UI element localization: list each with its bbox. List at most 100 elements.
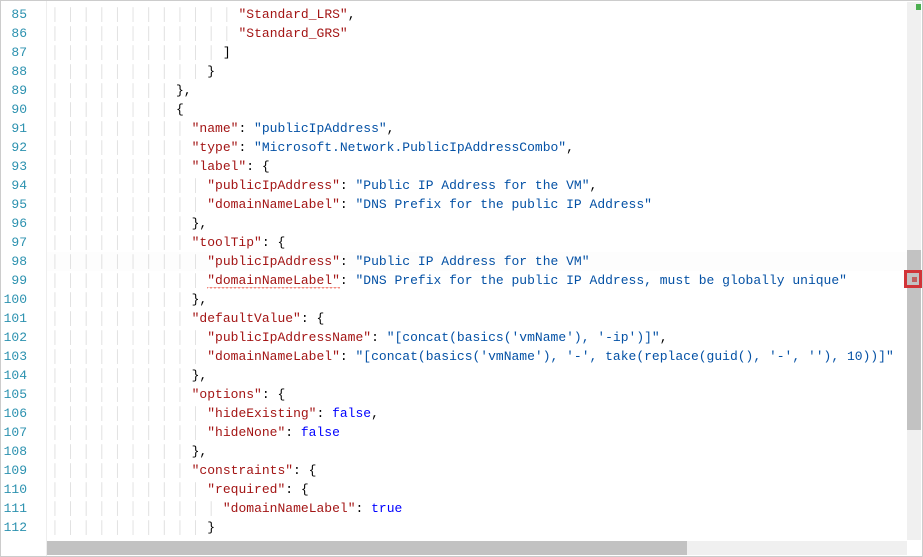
code-area[interactable]: │ │ │ │ │ │ │ │ │ │ │ │ "Standard_LRS",│… — [47, 1, 922, 556]
code-line[interactable]: │ │ │ │ │ │ │ │ │ "name": "publicIpAddre… — [47, 119, 922, 138]
token: : { — [301, 311, 324, 326]
line-number: 98 — [1, 252, 27, 271]
token: "domainNameLabel" — [207, 349, 340, 364]
line-number: 96 — [1, 214, 27, 233]
code-line[interactable]: │ │ │ │ │ │ │ │ │ │ │ "domainNameLabel":… — [47, 499, 922, 518]
line-number: 105 — [1, 385, 27, 404]
line-number: 86 — [1, 24, 27, 43]
token: true — [371, 501, 402, 516]
line-number: 88 — [1, 62, 27, 81]
token: "DNS Prefix for the public IP Address" — [355, 197, 651, 212]
code-line[interactable]: │ │ │ │ │ │ │ │ │ │ "publicIpAddress": "… — [47, 252, 922, 271]
code-line[interactable]: │ │ │ │ │ │ │ │ │ │ "publicIpAddressName… — [47, 328, 922, 347]
code-line[interactable]: │ │ │ │ │ │ │ │ │ │ "domainNameLabel": "… — [47, 195, 922, 214]
token: } — [207, 64, 215, 79]
token: "Public IP Address for the VM" — [355, 178, 589, 193]
token: }, — [192, 444, 208, 459]
token: , — [387, 121, 395, 136]
token: : — [340, 273, 356, 288]
vertical-scrollbar[interactable] — [907, 2, 921, 540]
line-number: 100 — [1, 290, 27, 309]
line-number: 106 — [1, 404, 27, 423]
line-number: 111 — [1, 499, 27, 518]
token: : — [340, 254, 356, 269]
token: }, — [192, 216, 208, 231]
token: : { — [285, 482, 308, 497]
horizontal-scroll-thumb[interactable] — [47, 541, 687, 555]
code-line[interactable]: │ │ │ │ │ │ │ │ │ │ } — [47, 62, 922, 81]
code-line[interactable]: │ │ │ │ │ │ │ │ │ "defaultValue": { — [47, 309, 922, 328]
token: "type" — [192, 140, 239, 155]
token: : — [316, 406, 332, 421]
token: "label" — [192, 159, 247, 174]
token: , — [371, 406, 379, 421]
code-line[interactable]: │ │ │ │ │ │ │ │ │ "toolTip": { — [47, 233, 922, 252]
line-number: 110 — [1, 480, 27, 499]
token: : { — [246, 159, 269, 174]
code-line[interactable]: │ │ │ │ │ │ │ │ │ }, — [47, 442, 922, 461]
token: , — [660, 330, 668, 345]
token: }, — [192, 368, 208, 383]
code-line[interactable]: │ │ │ │ │ │ │ │ { — [47, 100, 922, 119]
token: , — [590, 178, 598, 193]
token: "Standard_GRS" — [239, 26, 348, 41]
token: "DNS Prefix for the public IP Address, m… — [355, 273, 846, 288]
code-line[interactable]: │ │ │ │ │ │ │ │ │ }, — [47, 214, 922, 233]
token: "defaultValue" — [192, 311, 301, 326]
token: , — [348, 7, 356, 22]
line-number: 108 — [1, 442, 27, 461]
token: : { — [262, 235, 285, 250]
token: "Microsoft.Network.PublicIpAddressCombo" — [254, 140, 566, 155]
token: : — [238, 140, 254, 155]
code-line[interactable]: │ │ │ │ │ │ │ │ │ }, — [47, 366, 922, 385]
code-line[interactable]: │ │ │ │ │ │ │ │ │ │ │ │ "Standard_LRS", — [47, 5, 922, 24]
code-editor[interactable]: 8586878889909192939495969798991001011021… — [0, 0, 923, 557]
token: : — [340, 178, 356, 193]
token: , — [566, 140, 574, 155]
line-number: 109 — [1, 461, 27, 480]
code-line[interactable]: │ │ │ │ │ │ │ │ │ }, — [47, 290, 922, 309]
token: : — [340, 349, 356, 364]
code-line[interactable]: │ │ │ │ │ │ │ │ │ "constraints": { — [47, 461, 922, 480]
token: "publicIpAddress" — [207, 178, 340, 193]
token: } — [207, 520, 215, 535]
code-line[interactable]: │ │ │ │ │ │ │ │ │ │ "hideExisting": fals… — [47, 404, 922, 423]
line-number: 103 — [1, 347, 27, 366]
token: "constraints" — [192, 463, 293, 478]
code-line[interactable]: │ │ │ │ │ │ │ │ │ │ │ │ "Standard_GRS" — [47, 24, 922, 43]
code-line[interactable]: │ │ │ │ │ │ │ │ │ │ "domainNameLabel": "… — [47, 271, 922, 290]
line-number: 92 — [1, 138, 27, 157]
token: "hideExisting" — [207, 406, 316, 421]
token: "Standard_LRS" — [239, 7, 348, 22]
line-number: 104 — [1, 366, 27, 385]
token: : { — [293, 463, 316, 478]
line-number: 107 — [1, 423, 27, 442]
overview-mark-change — [916, 4, 921, 10]
code-line[interactable]: │ │ │ │ │ │ │ │ │ │ } — [47, 518, 922, 537]
code-line[interactable]: │ │ │ │ │ │ │ │ }, — [47, 81, 922, 100]
token: : — [371, 330, 387, 345]
code-line[interactable]: │ │ │ │ │ │ │ │ │ │ "required": { — [47, 480, 922, 499]
token: "[concat(basics('vmName'), '-ip')]" — [387, 330, 660, 345]
code-line[interactable]: │ │ │ │ │ │ │ │ │ │ │ ] — [47, 43, 922, 62]
fold-gutter — [33, 1, 47, 556]
code-line[interactable]: │ │ │ │ │ │ │ │ │ │ "domainNameLabel": "… — [47, 347, 922, 366]
line-number: 89 — [1, 81, 27, 100]
horizontal-scrollbar[interactable] — [47, 541, 907, 555]
token: : — [238, 121, 254, 136]
token: }, — [176, 83, 192, 98]
line-number: 97 — [1, 233, 27, 252]
code-line[interactable]: │ │ │ │ │ │ │ │ │ "label": { — [47, 157, 922, 176]
token: }, — [192, 292, 208, 307]
code-line[interactable]: │ │ │ │ │ │ │ │ │ "options": { — [47, 385, 922, 404]
token: "publicIpAddress" — [254, 121, 387, 136]
token: "name" — [192, 121, 239, 136]
token: "[concat(basics('vmName'), '-', take(rep… — [355, 349, 893, 364]
token: "toolTip" — [192, 235, 262, 250]
line-number: 112 — [1, 518, 27, 537]
line-number: 85 — [1, 5, 27, 24]
code-line[interactable]: │ │ │ │ │ │ │ │ │ "type": "Microsoft.Net… — [47, 138, 922, 157]
code-line[interactable]: │ │ │ │ │ │ │ │ │ │ "publicIpAddress": "… — [47, 176, 922, 195]
line-number: 94 — [1, 176, 27, 195]
code-line[interactable]: │ │ │ │ │ │ │ │ │ │ "hideNone": false — [47, 423, 922, 442]
